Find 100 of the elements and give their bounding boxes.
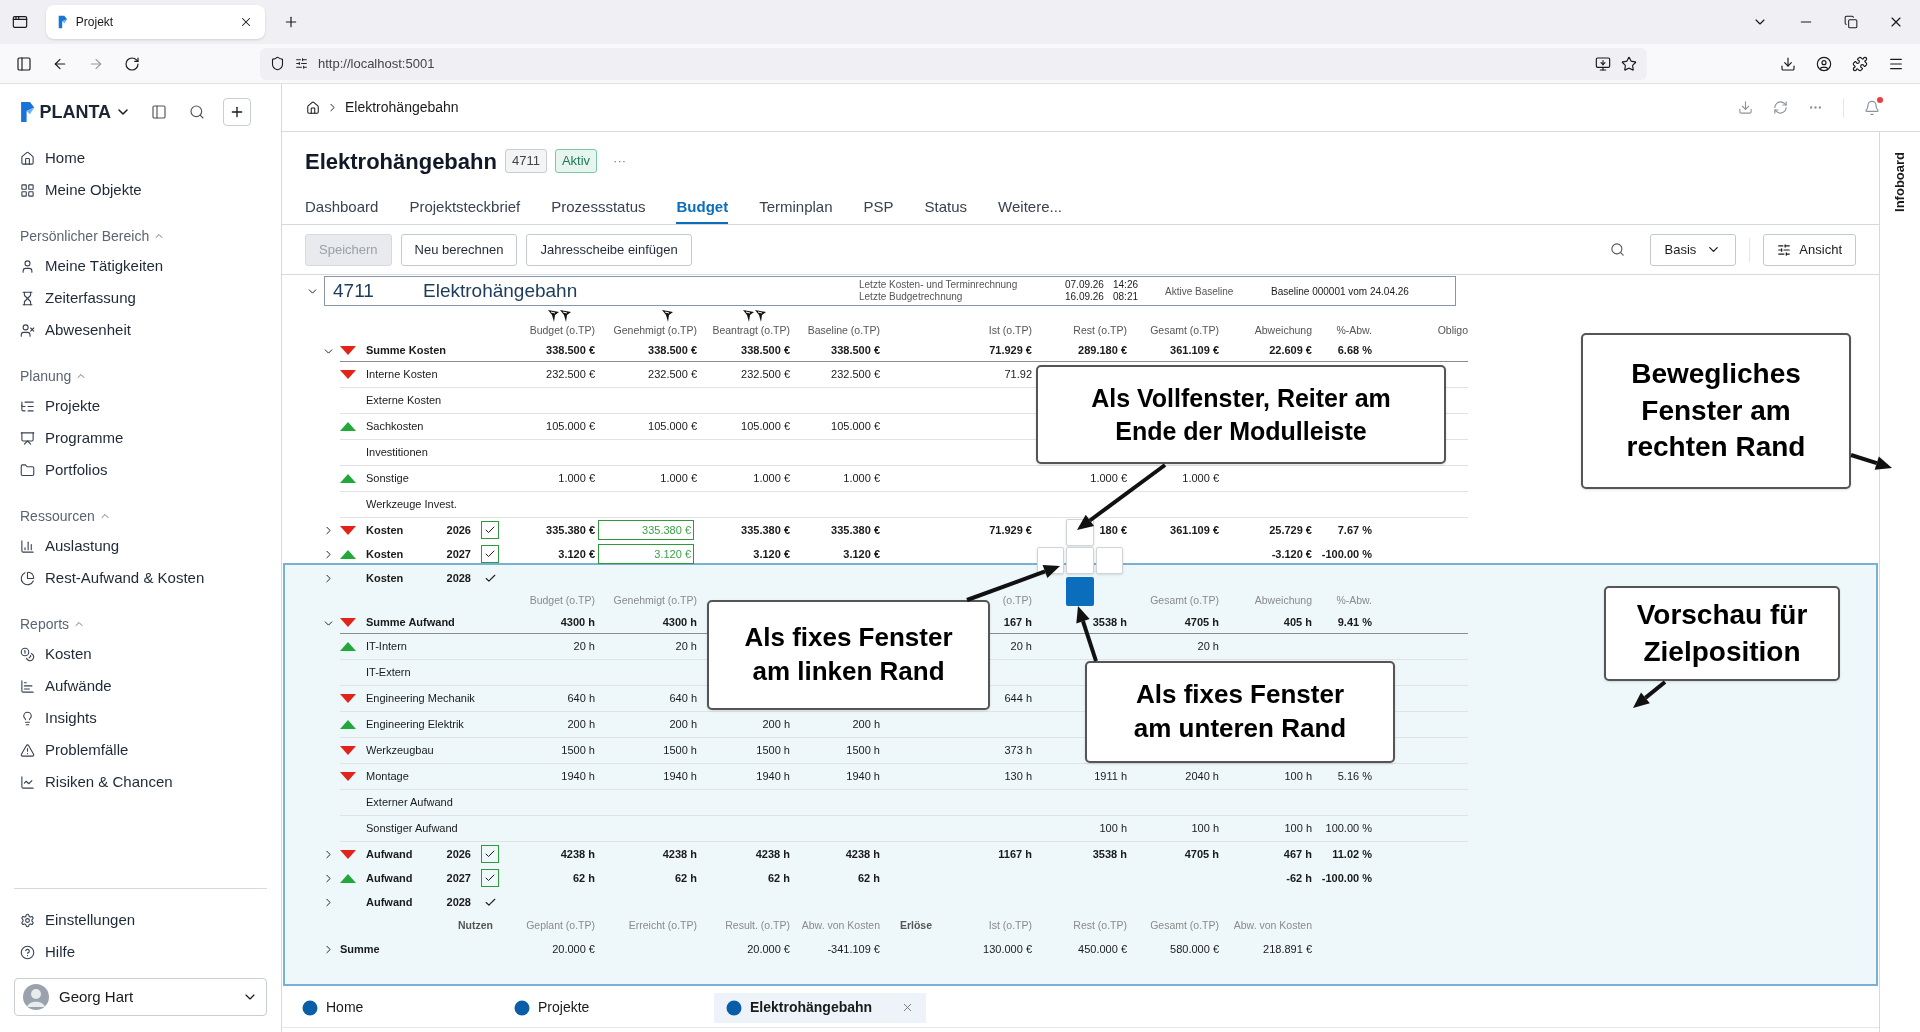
module-tab[interactable]: Elektrohängebahn [714, 992, 926, 1023]
baseline-value: Baseline 000001 vom 24.04.26 [1271, 284, 1409, 299]
approved-value-field[interactable]: 3.120 € [598, 544, 694, 564]
extensions-icon[interactable] [1852, 55, 1868, 72]
sidebar-item[interactable]: Zeiterfassung [14, 282, 267, 314]
section-header[interactable]: Reports [14, 610, 92, 638]
arrow-marker-icon [743, 310, 754, 322]
tab[interactable]: Dashboard [305, 190, 379, 224]
tab[interactable]: Status [924, 190, 968, 224]
view-button[interactable]: Ansicht [1763, 233, 1856, 266]
tab[interactable]: Budget [676, 190, 729, 224]
row-label: Externer Aufwand [366, 796, 453, 809]
sidebar-item[interactable]: Insights [14, 702, 267, 734]
panel-icon[interactable] [151, 104, 168, 120]
infoboard-tab[interactable]: Infoboard [1890, 152, 1910, 212]
search-icon[interactable] [189, 104, 206, 120]
row-label: Summe Aufwand [366, 616, 455, 629]
callout: Als Vollfenster, Reiter am Ende der Modulleiste [1036, 365, 1446, 464]
sidebar-item[interactable]: Abwesenheit [14, 314, 267, 346]
download-icon[interactable] [1780, 55, 1796, 72]
sidebar-item[interactable]: Meine Objekte [14, 174, 267, 206]
table-cell-text: 1911 h [1094, 769, 1127, 785]
bookmark-star-icon[interactable] [1621, 55, 1637, 72]
sidebar-item[interactable]: Home [14, 142, 267, 174]
section-header[interactable]: Persönlicher Bereich [14, 222, 172, 250]
arrow-marker-icon [548, 310, 559, 322]
browser-tab[interactable]: Projekt [46, 5, 265, 39]
user-menu[interactable]: Georg Hart [14, 978, 267, 1016]
new-tab-icon[interactable] [283, 14, 299, 30]
dock-target [1096, 547, 1123, 574]
breadcrumb-link[interactable]: Elektrohängebahn [345, 97, 459, 118]
column-header: Rest (o.TP) [1073, 323, 1127, 339]
sidebar-item[interactable]: Risiken & Chancen [14, 766, 267, 798]
arrow-marker-icon [755, 310, 766, 322]
table-cell-text: 20.000 € [747, 941, 790, 957]
table-cell-text: 1940 h [846, 769, 880, 785]
table-cell-text: 167 h [1003, 615, 1032, 631]
hourglass-icon [20, 290, 35, 306]
sidebar-toggle-icon[interactable] [16, 55, 32, 72]
table-cell-text: 200 h [762, 717, 790, 733]
home-icon[interactable] [306, 100, 320, 115]
account-icon[interactable] [1816, 55, 1832, 72]
row-label: Aufwand [366, 895, 413, 908]
close-icon[interactable] [239, 15, 253, 29]
column-header: Genehmigt (o.TP) [613, 593, 697, 609]
settings-icon [20, 912, 35, 928]
tab[interactable]: Projektsteckbrief [409, 190, 521, 224]
coins-icon [20, 646, 35, 662]
sidebar-item[interactable]: Rest-Aufwand & Kosten [14, 562, 267, 594]
sidebar-item[interactable]: Aufwände [14, 670, 267, 702]
view-select[interactable]: Basis [1649, 233, 1737, 266]
year-label: 2026 [446, 846, 471, 862]
table-cell-text: 100 h [1099, 821, 1127, 837]
row-label: Summe [340, 942, 380, 955]
more-button[interactable]: ··· [613, 151, 627, 171]
sidebar-item[interactable]: Meine Tätigkeiten [14, 250, 267, 282]
refresh-icon[interactable] [1773, 100, 1788, 115]
toolbar-button[interactable]: Jahresscheibe einfügen [526, 233, 692, 266]
module-tab[interactable]: Home [290, 992, 502, 1023]
sidebar-item[interactable]: Auslastung [14, 530, 267, 562]
bell-icon[interactable] [1864, 99, 1880, 116]
search-icon[interactable] [1609, 242, 1625, 257]
row-label: Investitionen [366, 446, 428, 459]
tab[interactable]: Terminplan [759, 190, 833, 224]
module-tab[interactable]: Projekte [502, 992, 714, 1023]
install-icon[interactable] [1595, 55, 1611, 72]
section-header[interactable]: Ressourcen [14, 502, 117, 530]
restore-icon[interactable] [1844, 15, 1858, 29]
tab[interactable]: Prozessstatus [551, 190, 646, 224]
sidebar-item[interactable]: Portfolios [14, 454, 267, 486]
sidebar-item[interactable]: Problemfälle [14, 734, 267, 766]
reload-icon[interactable] [124, 55, 140, 72]
approved-value-field[interactable]: 335.380 € [598, 520, 694, 540]
column-header: Result. (o.TP) [725, 918, 790, 934]
table-cell-text: 338.500 € [831, 343, 880, 359]
board-icon [20, 430, 35, 446]
sidebar-item[interactable]: Einstellungen [14, 904, 267, 936]
warning-icon [20, 742, 35, 758]
sidebar-item[interactable]: Hilfe [14, 936, 267, 968]
year-label: 2027 [446, 546, 471, 562]
tab[interactable]: Weitere... [998, 190, 1062, 224]
table-cell-text: 7.67 % [1337, 522, 1372, 538]
address-bar[interactable]: http://localhost:5001 [260, 47, 1647, 80]
column-header: Geplant (o.TP) [526, 918, 595, 934]
table-cell-text: 22.609 € [1269, 343, 1312, 359]
section-header[interactable]: Planung [14, 362, 94, 390]
bar-chart-icon [20, 678, 35, 694]
tab-list-icon[interactable] [12, 14, 28, 30]
table-cell-text: 361.109 € [1170, 522, 1219, 538]
add-button[interactable] [223, 98, 252, 126]
sidebar-item[interactable]: Programme [14, 422, 267, 454]
sidebar-item[interactable]: Kosten [14, 638, 267, 670]
module-dot-icon [514, 999, 530, 1016]
toolbar-button[interactable]: Neu berechnen [400, 233, 518, 266]
table-cell-text: 4705 h [1184, 846, 1219, 862]
brand-name: PLANTA [39, 100, 112, 124]
table-cell-text: 71.929 € [989, 343, 1032, 359]
sidebar-item[interactable]: Projekte [14, 390, 267, 422]
calculation-label: Letzte Kosten- und Terminrechnung [859, 279, 1019, 291]
tab[interactable]: PSP [863, 190, 894, 224]
